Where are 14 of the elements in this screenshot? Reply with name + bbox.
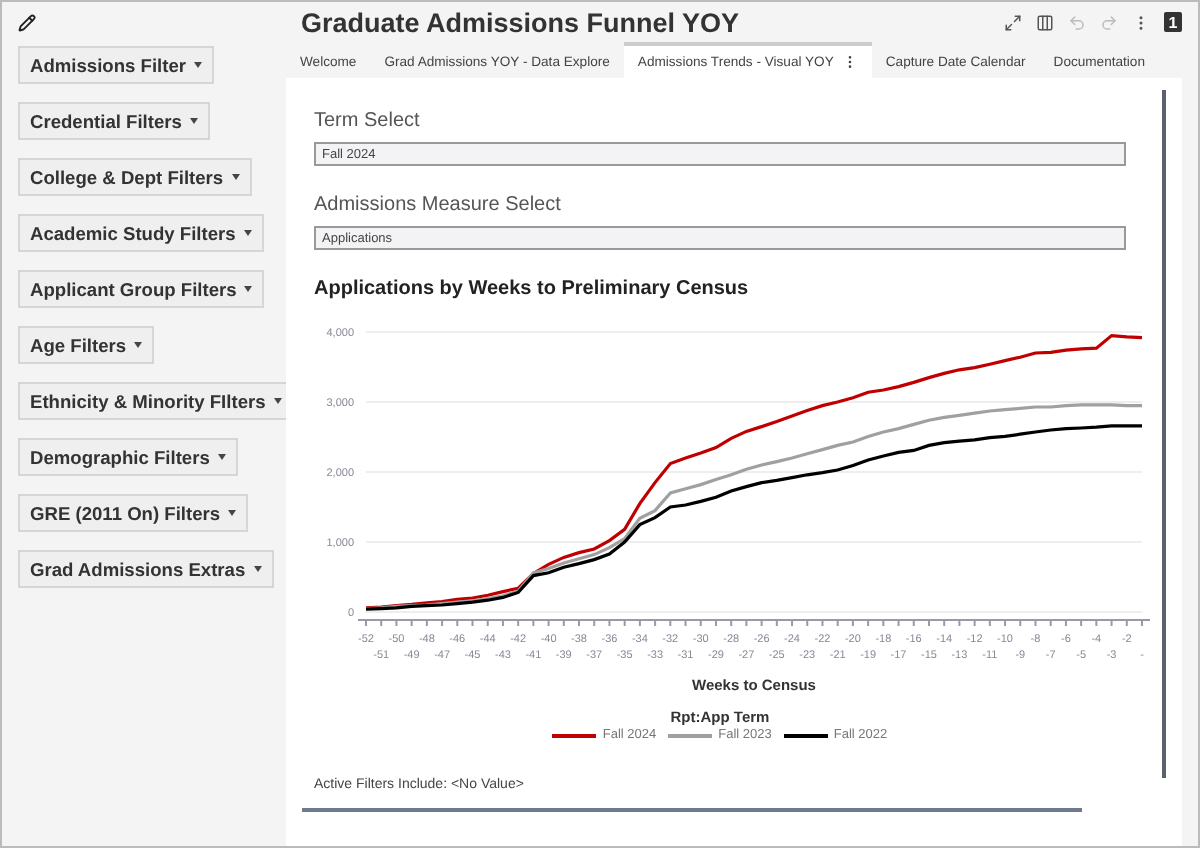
field-label: Term Select bbox=[314, 110, 422, 132]
filter-button[interactable]: Applicant Group Filters bbox=[18, 270, 265, 308]
filter-button[interactable]: Credential Filters bbox=[18, 102, 210, 140]
filter-button[interactable]: Grad Admissions Extras bbox=[18, 550, 274, 588]
chart-title: Applications by Weeks to Preliminary Census bbox=[314, 278, 751, 300]
filter-button[interactable]: Admissions Filter bbox=[18, 46, 215, 84]
filter-button[interactable]: Age Filters bbox=[18, 326, 155, 364]
filter-button[interactable]: Academic Study Filters bbox=[18, 214, 264, 252]
window-title: Graduate Admissions Funnel YOY bbox=[298, 7, 742, 37]
field-label: Admissions Measure Select bbox=[314, 194, 563, 216]
filter-button[interactable]: Demographic Filters bbox=[18, 438, 238, 476]
filter-button[interactable]: College & Dept Filters bbox=[18, 158, 252, 196]
page-badge[interactable]: 1 bbox=[1164, 12, 1182, 32]
filter-button[interactable]: GRE (2011 On) Filters bbox=[18, 494, 249, 532]
